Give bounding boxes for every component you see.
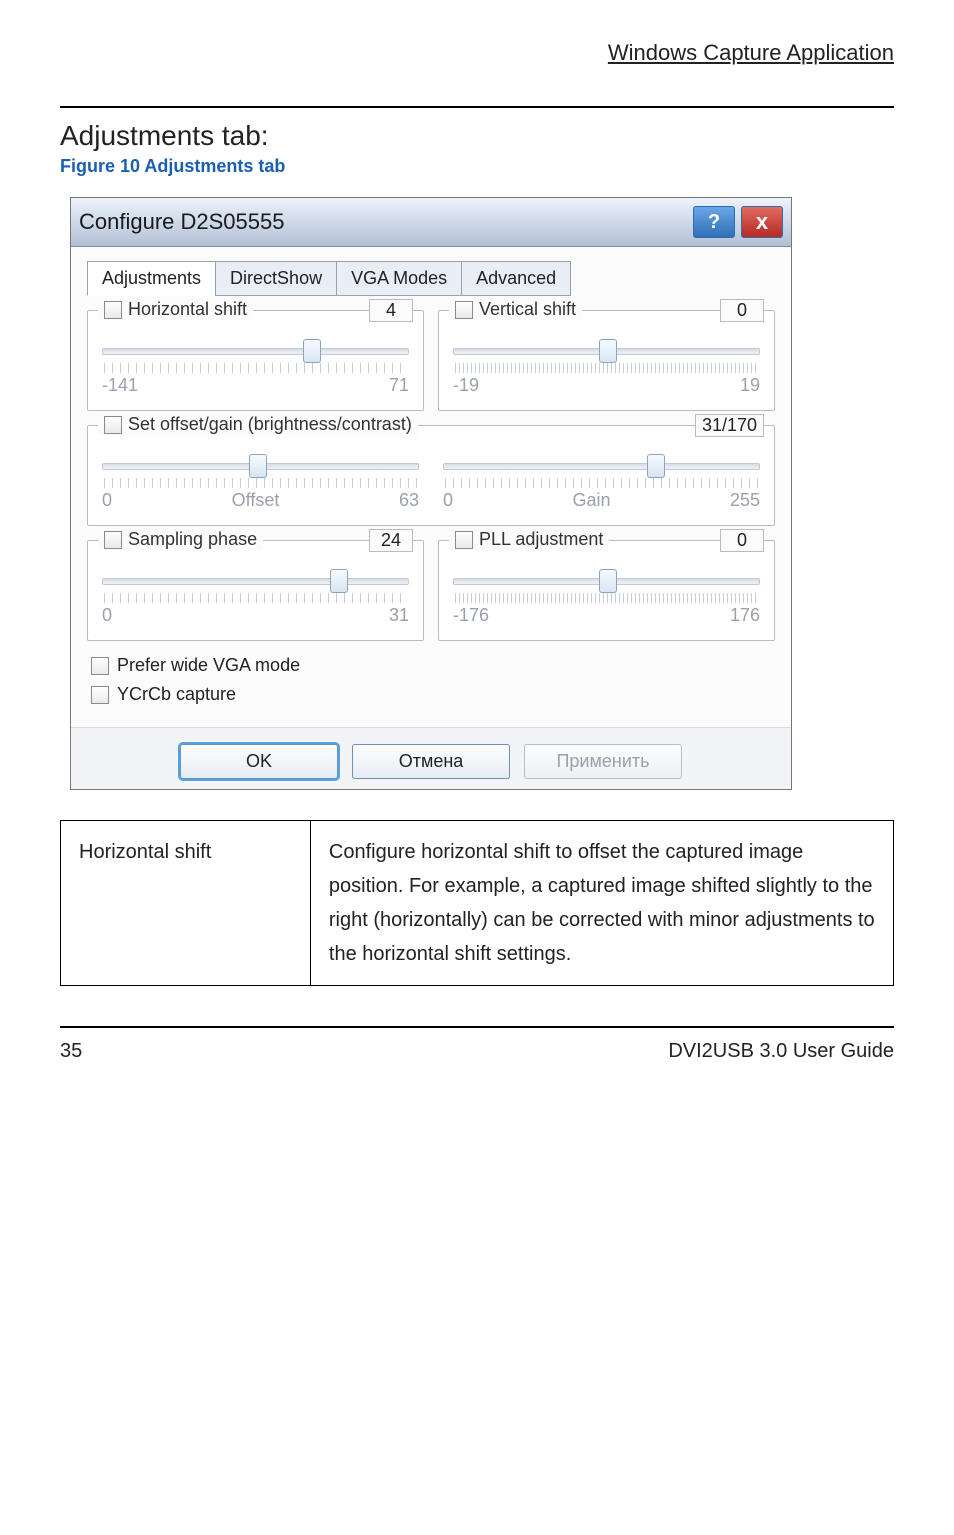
max-hshift: 71: [389, 375, 409, 396]
value-pll: 0: [720, 529, 764, 552]
apply-button[interactable]: Применить: [524, 744, 682, 779]
max-offset: 63: [399, 490, 419, 511]
slider-thumb-hshift[interactable]: [303, 339, 321, 363]
ticks-pll: [455, 593, 758, 603]
value-offgain: 31/170: [695, 414, 764, 437]
checkbox-prefer-wide[interactable]: [91, 657, 109, 675]
dialog-title: Configure D2S05555: [79, 209, 284, 235]
slider-thumb-vshift[interactable]: [599, 339, 617, 363]
checkbox-sphase[interactable]: [104, 531, 122, 549]
desc-text: Configure horizontal shift to offset the…: [310, 821, 893, 986]
checkbox-ycrcb[interactable]: [91, 686, 109, 704]
close-button[interactable]: x: [741, 206, 783, 238]
ticks-offset: [104, 478, 417, 488]
label-hshift: Horizontal shift: [128, 299, 247, 320]
footer: 35 DVI2USB 3.0 User Guide: [60, 1026, 894, 1063]
slider-offset[interactable]: [102, 454, 419, 476]
row-prefer-wide[interactable]: Prefer wide VGA mode: [91, 655, 775, 676]
min-gain: 0: [443, 490, 453, 511]
table-row: Horizontal shift Configure horizontal sh…: [61, 821, 894, 986]
configure-dialog: Configure D2S05555 ? x Adjustments Direc…: [70, 197, 792, 790]
group-pll: PLL adjustment 0 -176 176: [438, 540, 775, 641]
checkbox-vshift[interactable]: [455, 301, 473, 319]
ticks-sphase: [104, 593, 407, 603]
tab-adjustments[interactable]: Adjustments: [87, 261, 216, 296]
label-sphase: Sampling phase: [128, 529, 257, 550]
tab-advanced[interactable]: Advanced: [461, 261, 571, 296]
slider-sphase[interactable]: [102, 569, 409, 591]
min-sphase: 0: [102, 605, 112, 626]
slider-pll[interactable]: [453, 569, 760, 591]
group-sampling-phase: Sampling phase 24 0 31: [87, 540, 424, 641]
slider-thumb-sphase[interactable]: [330, 569, 348, 593]
max-gain: 255: [730, 490, 760, 511]
slider-thumb-gain[interactable]: [647, 454, 665, 478]
footer-title: DVI2USB 3.0 User Guide: [668, 1040, 894, 1063]
checkbox-hshift[interactable]: [104, 301, 122, 319]
ok-button[interactable]: OK: [180, 744, 338, 779]
dialog-button-row: OK Отмена Применить: [71, 727, 791, 789]
figure-caption: Figure 10 Adjustments tab: [60, 156, 894, 177]
ticks-vshift: [455, 363, 758, 373]
checkbox-pll[interactable]: [455, 531, 473, 549]
group-offset-gain: Set offset/gain (brightness/contrast) 31…: [87, 425, 775, 526]
page-number: 35: [60, 1040, 82, 1063]
checkbox-offgain[interactable]: [104, 416, 122, 434]
label-offgain: Set offset/gain (brightness/contrast): [128, 414, 412, 435]
dialog-titlebar[interactable]: Configure D2S05555 ? x: [71, 198, 791, 247]
tab-strip: Adjustments DirectShow VGA Modes Advance…: [87, 261, 775, 296]
label-ycrcb: YCrCb capture: [117, 684, 236, 705]
max-vshift: 19: [740, 375, 760, 396]
value-hshift: 4: [369, 299, 413, 322]
value-vshift: 0: [720, 299, 764, 322]
slider-gain[interactable]: [443, 454, 760, 476]
group-horizontal-shift: Horizontal shift 4 -141 71: [87, 310, 424, 411]
min-vshift: -19: [453, 375, 479, 396]
lbl-gain: Gain: [453, 490, 730, 511]
min-pll: -176: [453, 605, 489, 626]
value-sphase: 24: [369, 529, 413, 552]
min-offset: 0: [102, 490, 112, 511]
row-ycrcb[interactable]: YCrCb capture: [91, 684, 775, 705]
ticks-hshift: [104, 363, 407, 373]
slider-hshift[interactable]: [102, 339, 409, 361]
max-sphase: 31: [389, 605, 409, 626]
label-prefer-wide: Prefer wide VGA mode: [117, 655, 300, 676]
slider-thumb-offset[interactable]: [249, 454, 267, 478]
max-pll: 176: [730, 605, 760, 626]
label-pll: PLL adjustment: [479, 529, 603, 550]
tab-vgamodes[interactable]: VGA Modes: [336, 261, 462, 296]
lbl-offset: Offset: [112, 490, 399, 511]
header-rule: [60, 106, 894, 108]
section-heading: Adjustments tab:: [60, 120, 894, 152]
ticks-gain: [445, 478, 758, 488]
slider-vshift[interactable]: [453, 339, 760, 361]
slider-thumb-pll[interactable]: [599, 569, 617, 593]
desc-name: Horizontal shift: [61, 821, 311, 986]
min-hshift: -141: [102, 375, 138, 396]
header-section: Windows Capture Application: [60, 40, 894, 66]
tab-directshow[interactable]: DirectShow: [215, 261, 337, 296]
group-vertical-shift: Vertical shift 0 -19 19: [438, 310, 775, 411]
description-table: Horizontal shift Configure horizontal sh…: [60, 820, 894, 986]
label-vshift: Vertical shift: [479, 299, 576, 320]
cancel-button[interactable]: Отмена: [352, 744, 510, 779]
help-button[interactable]: ?: [693, 206, 735, 238]
